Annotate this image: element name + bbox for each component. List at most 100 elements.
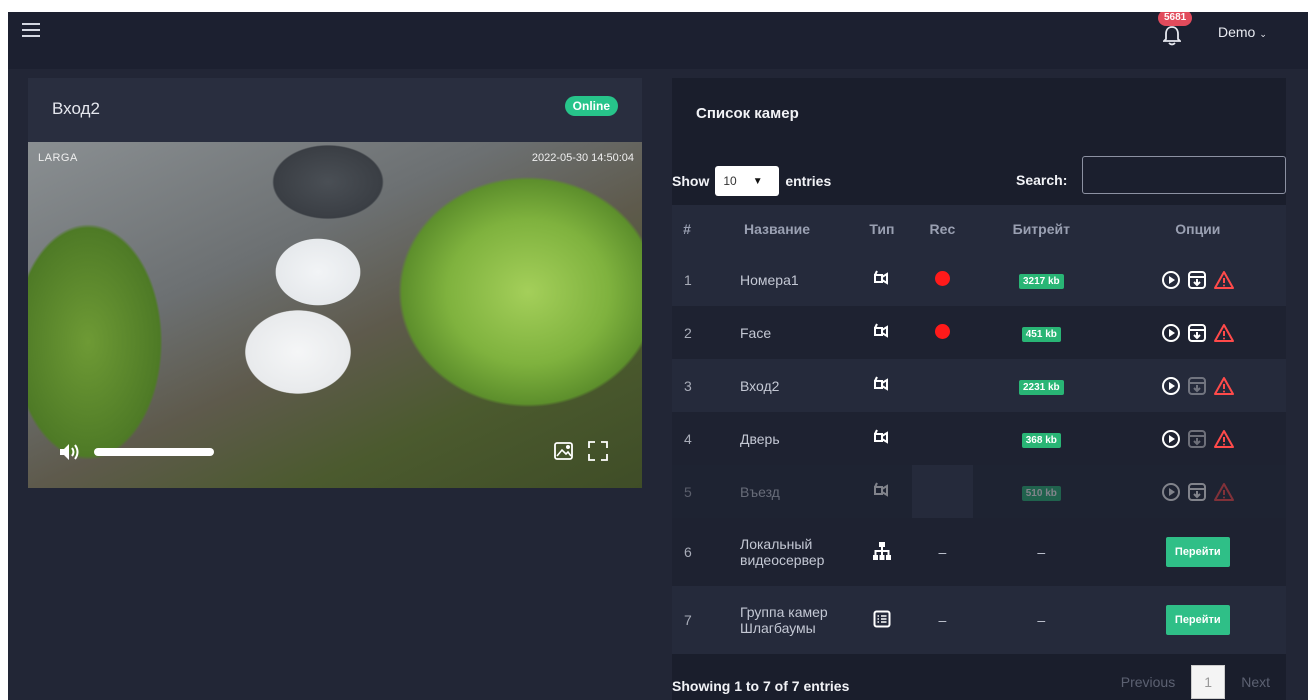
table-row: 7 Группа камер Шлагбаумы – – Перейти xyxy=(672,586,1286,654)
row-options xyxy=(1110,376,1286,396)
play-icon[interactable] xyxy=(1161,429,1181,449)
volume-slider[interactable] xyxy=(94,448,214,456)
row-number: 4 xyxy=(672,412,702,465)
camera-name[interactable]: Дверь xyxy=(702,412,852,465)
recording-indicator xyxy=(934,270,950,286)
warning-icon[interactable] xyxy=(1213,482,1235,502)
table-row: 3 Вход2 2231 kb xyxy=(672,359,1286,412)
warning-icon[interactable] xyxy=(1213,429,1235,449)
notification-badge: 5681 xyxy=(1158,12,1193,26)
chevron-down-icon: ⌄ xyxy=(1259,29,1267,39)
camera-icon xyxy=(873,376,888,391)
camera-list-panel: Список камер Show 10 ▼ entries Search: # … xyxy=(672,78,1286,700)
table-row: 1 Номера1 3217 kb xyxy=(672,253,1286,306)
entries-label: entries xyxy=(785,173,832,189)
show-label: Show xyxy=(672,173,710,189)
chevron-down-icon: ▼ xyxy=(752,175,763,187)
row-number: 6 xyxy=(672,518,702,586)
notifications-button[interactable]: 5681 xyxy=(1158,12,1193,52)
camera-icon xyxy=(873,323,888,338)
volume-icon[interactable] xyxy=(58,442,80,462)
column-header-bitrate[interactable]: Битрейт xyxy=(973,205,1110,253)
bitrate-badge: 451 kb xyxy=(1021,326,1061,342)
server-name-line2: видеосервер xyxy=(740,552,825,568)
snapshot-icon[interactable] xyxy=(552,439,576,463)
table-row-disabled: 5 Въезд 510 kb xyxy=(672,465,1286,518)
archive-icon[interactable] xyxy=(1187,482,1207,502)
server-name[interactable]: Локальный видеосервер xyxy=(702,518,852,586)
recording-indicator xyxy=(934,323,950,339)
pagination: Previous 1 Next xyxy=(1105,665,1286,699)
top-navbar: 5681 Demo ⌄ xyxy=(8,12,1308,69)
camera-name[interactable]: Вход2 xyxy=(702,359,852,412)
camera-name[interactable]: Номера1 xyxy=(702,253,852,306)
column-header-name[interactable]: Название xyxy=(702,205,852,253)
row-number: 2 xyxy=(672,306,702,359)
camera-icon xyxy=(873,482,888,497)
warning-icon[interactable] xyxy=(1213,323,1235,343)
go-button[interactable]: Перейти xyxy=(1165,605,1230,635)
play-icon[interactable] xyxy=(1161,270,1181,290)
table-row: 2 Face 451 kb xyxy=(672,306,1286,359)
row-options xyxy=(1110,482,1286,502)
go-button[interactable]: Перейти xyxy=(1165,537,1230,567)
rec-empty: – xyxy=(911,518,973,586)
cameras-table: # Название Тип Rec Битрейт Опции 1 Номер… xyxy=(672,205,1286,654)
list-icon xyxy=(873,610,891,627)
row-options xyxy=(1110,323,1286,343)
search-input[interactable] xyxy=(1082,156,1286,194)
camera-view-header: Вход2 Online xyxy=(28,78,642,142)
camera-icon xyxy=(873,429,888,444)
entries-select[interactable]: 10 ▼ xyxy=(715,166,780,196)
pagination-previous[interactable]: Previous xyxy=(1105,674,1191,690)
bitrate-empty: – xyxy=(973,586,1110,654)
camera-overlay-label: LARGA xyxy=(38,152,78,164)
column-header-number[interactable]: # xyxy=(672,205,702,253)
table-row: 4 Дверь 368 kb xyxy=(672,412,1286,465)
camera-timestamp: 2022-05-30 14:50:04 xyxy=(531,152,634,164)
server-name-line1: Локальный xyxy=(740,536,813,552)
column-header-type[interactable]: Тип xyxy=(852,205,912,253)
table-header-row: # Название Тип Rec Битрейт Опции xyxy=(672,205,1286,253)
bitrate-badge: 2231 kb xyxy=(1018,379,1064,395)
row-options xyxy=(1110,270,1286,290)
archive-icon[interactable] xyxy=(1187,376,1207,396)
camera-view-panel: Вход2 Online LARGA 2022-05-30 14:50:04 xyxy=(28,78,642,488)
play-icon[interactable] xyxy=(1161,482,1181,502)
column-header-options[interactable]: Опции xyxy=(1109,205,1286,253)
video-player[interactable]: LARGA 2022-05-30 14:50:04 xyxy=(28,142,642,488)
pagination-next[interactable]: Next xyxy=(1225,674,1286,690)
fullscreen-icon[interactable] xyxy=(586,439,610,463)
column-header-rec[interactable]: Rec xyxy=(911,205,973,253)
row-options xyxy=(1110,429,1286,449)
pagination-page-1[interactable]: 1 xyxy=(1191,665,1226,699)
camera-list-title: Список камер xyxy=(696,105,799,122)
play-icon[interactable] xyxy=(1161,323,1181,343)
user-menu[interactable]: Demo ⌄ xyxy=(1218,24,1267,40)
bitrate-empty: – xyxy=(973,518,1110,586)
archive-icon[interactable] xyxy=(1187,270,1207,290)
row-number: 7 xyxy=(672,586,702,654)
bitrate-badge: 3217 kb xyxy=(1018,273,1064,289)
table-info: Showing 1 to 7 of 7 entries xyxy=(672,678,850,694)
archive-icon[interactable] xyxy=(1187,429,1207,449)
row-number: 1 xyxy=(672,253,702,306)
rec-empty: – xyxy=(911,586,973,654)
hamburger-icon[interactable] xyxy=(22,23,40,41)
camera-icon xyxy=(873,270,888,285)
network-icon xyxy=(872,541,891,560)
app-window: 5681 Demo ⌄ Вход2 Online LARGA 2022-05-30… xyxy=(8,12,1308,700)
camera-name[interactable]: Face xyxy=(702,306,852,359)
search-label: Search: xyxy=(1016,172,1068,188)
group-name-line2: Шлагбаумы xyxy=(740,620,816,636)
warning-icon[interactable] xyxy=(1213,376,1235,396)
camera-name[interactable]: Въезд xyxy=(702,465,852,518)
group-name[interactable]: Группа камер Шлагбаумы xyxy=(702,586,852,654)
archive-icon[interactable] xyxy=(1187,323,1207,343)
bell-icon xyxy=(1163,26,1181,46)
warning-icon[interactable] xyxy=(1213,270,1235,290)
user-name: Demo xyxy=(1218,24,1256,40)
table-row: 6 Локальный видеосервер – – Перейти xyxy=(672,518,1286,586)
play-icon[interactable] xyxy=(1161,376,1181,396)
bitrate-badge: 510 kb xyxy=(1021,485,1061,501)
